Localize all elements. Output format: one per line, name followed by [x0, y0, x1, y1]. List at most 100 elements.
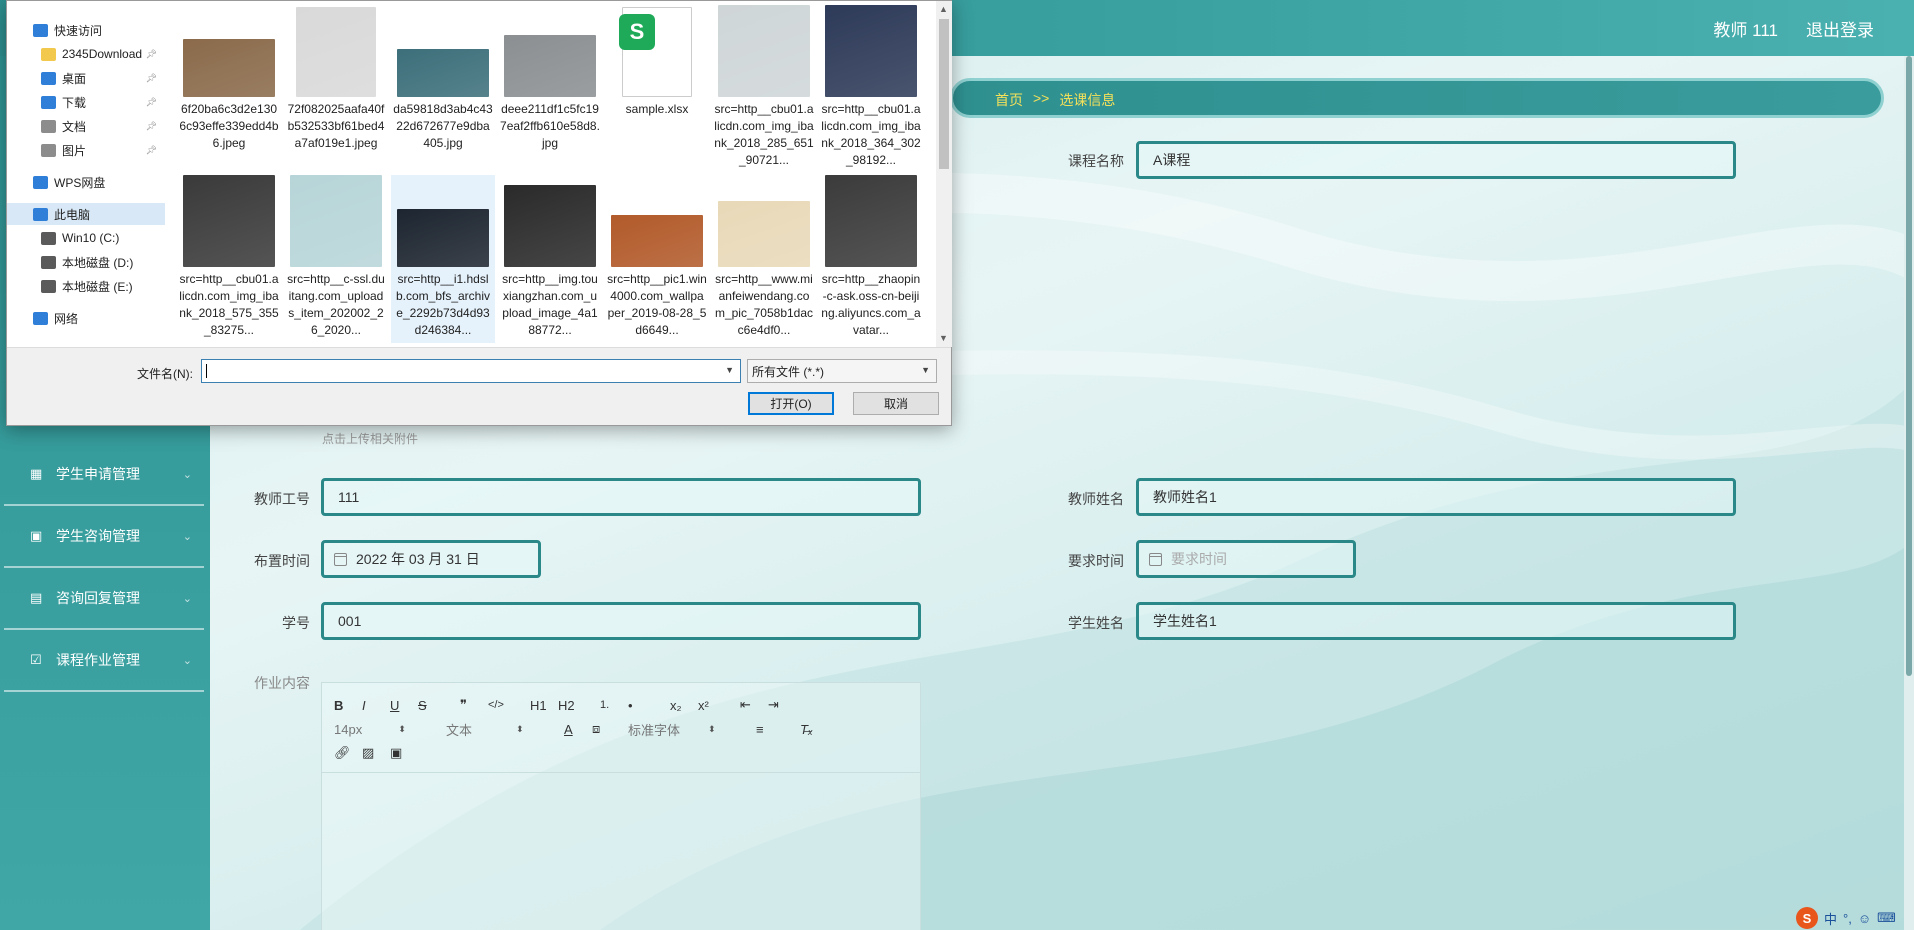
font-color-icon[interactable]: A [564, 718, 592, 740]
blockquote-button[interactable]: ❞ [460, 694, 488, 716]
calendar-icon [334, 552, 347, 566]
file-item[interactable]: src=http__pic1.win4000.com_wallpaper_201… [605, 175, 709, 343]
code-block-button[interactable]: </> [488, 694, 530, 716]
filetype-select[interactable]: 所有文件 (*.*) ▼ [747, 359, 937, 383]
scroll-up-icon[interactable]: ▲ [939, 4, 948, 14]
nav-item-label: 下载 [62, 95, 87, 110]
nav-item-0[interactable]: 快速访问 [7, 19, 165, 41]
page-scrollbar-thumb[interactable] [1906, 56, 1912, 676]
font-family-select[interactable]: 标准字体 ⬍ [628, 720, 756, 739]
file-item[interactable]: src=http__img.touxiangzhan.com_upload_im… [498, 175, 602, 343]
underline-button[interactable]: U [390, 694, 418, 716]
pin-icon: 📌︎ [145, 120, 157, 131]
student-name-field[interactable]: 学生姓名1 [1136, 602, 1736, 640]
sidebar-item-student-application[interactable]: ▦ 学生申请管理 ⌄ [4, 444, 204, 506]
teacher-name-field[interactable]: 教师姓名1 [1136, 478, 1736, 516]
nav-item-5[interactable]: 图片 📌︎ [7, 139, 165, 161]
file-item[interactable]: 6f20ba6c3d2e1306c93effe339edd4b6.jpeg [177, 5, 281, 173]
bold-button[interactable]: B [334, 694, 362, 716]
require-time-placeholder: 要求时间 [1171, 551, 1227, 567]
dialog-scrollbar[interactable]: ▲ ▼ [936, 1, 952, 347]
indent-button[interactable]: ⇥ [768, 694, 796, 716]
download-icon [41, 95, 56, 109]
course-name-label: 课程名称 [1068, 153, 1124, 169]
require-time-label: 要求时间 [1068, 553, 1124, 569]
sidebar-item-label: 咨询回复管理 [56, 590, 140, 606]
page-scrollbar[interactable] [1904, 56, 1914, 930]
nav-item-4[interactable]: 文档 📌︎ [7, 115, 165, 137]
file-item[interactable]: src=http__i1.hdslb.com_bfs_archive_2292b… [391, 175, 495, 343]
filename-input[interactable]: ▼ [201, 359, 741, 383]
nav-item-11[interactable]: 网络 [7, 307, 165, 329]
nav-item-8[interactable]: Win10 (C:) [7, 227, 165, 249]
course-name-field[interactable]: A课程 [1136, 141, 1736, 179]
image-icon[interactable]: ▨ [362, 742, 390, 764]
teacher-no-field[interactable]: 111 [321, 478, 921, 516]
strike-button[interactable]: S [418, 694, 460, 716]
upload-hint[interactable]: 点击上传相关附件 [322, 430, 418, 447]
chevron-down-icon: ⌄ [182, 655, 192, 667]
nav-item-9[interactable]: 本地磁盘 (D:) [7, 251, 165, 273]
superscript-button[interactable]: x² [698, 694, 740, 716]
file-item[interactable]: src=http__cbu01.alicdn.com_img_ibank_201… [177, 175, 281, 343]
italic-button[interactable]: I [362, 694, 390, 716]
image-thumbnail [397, 5, 489, 97]
chat-icon: ▣ [30, 528, 43, 543]
student-name-label: 学生姓名 [1068, 615, 1124, 631]
cancel-button[interactable]: 取消 [853, 392, 939, 415]
outdent-button[interactable]: ⇤ [740, 694, 768, 716]
file-item[interactable]: src=http__cbu01.alicdn.com_img_ibank_201… [819, 5, 923, 173]
open-button[interactable]: 打开(O) [748, 392, 834, 415]
nav-item-6[interactable]: WPS网盘 [7, 171, 165, 193]
text-type-select[interactable]: 文本 ⬍ [446, 720, 564, 739]
file-item[interactable]: src=http__cbu01.alicdn.com_img_ibank_201… [712, 5, 816, 173]
image-thumbnail [611, 175, 703, 267]
filetype-value: 所有文件 (*.*) [752, 364, 825, 379]
nav-item-7[interactable]: 此电脑 [7, 203, 165, 225]
sidebar-item-consult-reply[interactable]: ▤ 咨询回复管理 ⌄ [4, 568, 204, 630]
heading2-button[interactable]: H2 [558, 694, 600, 716]
breadcrumb-separator: >> [1033, 90, 1050, 106]
file-item[interactable]: 72f082025aafa40fb532533bf61bed4a7af019e1… [284, 5, 388, 173]
file-name: 6f20ba6c3d2e1306c93effe339edd4b6.jpeg [179, 102, 279, 150]
file-item[interactable]: Ssample.xlsx [605, 5, 709, 173]
dialog-scrollbar-thumb[interactable] [939, 19, 949, 169]
breadcrumb-home[interactable]: 首页 [995, 90, 1023, 110]
font-size-select[interactable]: 14px ⬍ [334, 722, 446, 737]
file-name: deee211df1c5fc197eaf2ffb610e58d8.jpg [500, 102, 600, 150]
heading1-button[interactable]: H1 [530, 694, 558, 716]
assign-time-picker[interactable]: 2022 年 03 月 31 日 [321, 540, 541, 578]
scroll-down-icon[interactable]: ▼ [939, 333, 948, 343]
file-item[interactable]: da59818d3ab4c4322d672677e9dba405.jpg [391, 5, 495, 173]
file-item[interactable]: src=http__www.mianfeiwendang.com_pic_705… [712, 175, 816, 343]
clear-format-icon[interactable]: T̶ₓ [800, 718, 828, 740]
ime-indicator[interactable]: S 中 °, ☺ ⌨ [1790, 906, 1914, 930]
video-icon[interactable]: ▣ [390, 742, 418, 764]
file-item[interactable]: src=http__c-ssl.duitang.com_uploads_item… [284, 175, 388, 343]
teacher-name-value: 教师姓名1 [1153, 489, 1217, 505]
file-item[interactable]: deee211df1c5fc197eaf2ffb610e58d8.jpg [498, 5, 602, 173]
require-time-picker[interactable]: 要求时间 [1136, 540, 1356, 578]
drive-icon [41, 279, 56, 293]
ordered-list-button[interactable]: 1. [600, 694, 628, 716]
nav-item-label: 快速访问 [54, 23, 103, 38]
logout-link[interactable]: 退出登录 [1806, 16, 1874, 41]
nav-item-label: 文档 [62, 119, 87, 134]
background-color-icon[interactable]: ⧈ [592, 718, 628, 740]
align-icon[interactable]: ≡ [756, 718, 800, 740]
sidebar-item-course-homework[interactable]: ☑ 课程作业管理 ⌄ [4, 630, 204, 692]
editor-content-area[interactable] [322, 773, 920, 930]
nav-item-2[interactable]: 桌面 📌︎ [7, 67, 165, 89]
nav-item-label: 本地磁盘 (E:) [62, 279, 133, 294]
subscript-button[interactable]: x₂ [670, 694, 698, 716]
chevron-down-icon[interactable]: ▼ [725, 365, 734, 375]
file-item[interactable]: src=http__zhaopin-c-ask.oss-cn-beijing.a… [819, 175, 923, 343]
file-name: src=http__c-ssl.duitang.com_uploads_item… [287, 272, 385, 337]
sidebar-item-student-consult[interactable]: ▣ 学生咨询管理 ⌄ [4, 506, 204, 568]
nav-item-1[interactable]: 2345Download 📌︎ [7, 43, 165, 65]
link-icon[interactable]: 🔗︎ [334, 742, 362, 764]
student-no-field[interactable]: 001 [321, 602, 921, 640]
bullet-list-button[interactable]: • [628, 694, 670, 716]
nav-item-3[interactable]: 下载 📌︎ [7, 91, 165, 113]
nav-item-10[interactable]: 本地磁盘 (E:) [7, 275, 165, 297]
